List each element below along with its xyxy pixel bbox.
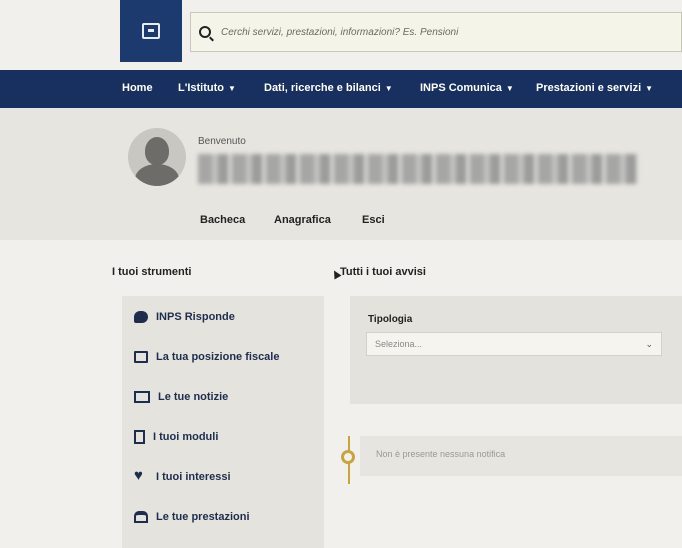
profile-header: Benvenuto Bacheca Anagrafica Esci bbox=[0, 108, 682, 240]
nav-item-label: Prestazioni e servizi bbox=[536, 82, 642, 94]
tool-posizione-fiscale[interactable]: La tua posizione fiscale bbox=[122, 338, 324, 376]
filter-label: Tipologia bbox=[368, 314, 413, 325]
inps-logo[interactable] bbox=[120, 0, 182, 62]
nav-item-prestazioni[interactable]: Prestazioni e servizi ▼ bbox=[536, 82, 653, 94]
tool-label: La tua posizione fiscale bbox=[156, 351, 280, 363]
tools-title: I tuoi strumenti bbox=[112, 266, 192, 278]
tab-anagrafica[interactable]: Anagrafica bbox=[274, 214, 331, 226]
avatar bbox=[128, 128, 186, 186]
avatar-head bbox=[145, 137, 169, 165]
tool-label: I tuoi interessi bbox=[156, 471, 231, 483]
logo-icon bbox=[142, 23, 160, 39]
avatar-body bbox=[135, 164, 179, 186]
tool-label: I tuoi moduli bbox=[153, 431, 219, 443]
main-nav: Home L'Istituto ▼ Dati, ricerche e bilanc… bbox=[0, 70, 682, 108]
chevron-down-icon: ▼ bbox=[505, 84, 514, 93]
tipologia-select[interactable]: Seleziona... ⌄ bbox=[366, 332, 662, 356]
welcome-label: Benvenuto bbox=[198, 136, 246, 147]
chevron-down-icon: ▼ bbox=[384, 84, 393, 93]
chat-icon bbox=[134, 311, 148, 323]
tool-interessi[interactable]: I tuoi interessi bbox=[122, 458, 324, 496]
tools-sidebar: INPS Risponde La tua posizione fiscale L… bbox=[122, 296, 324, 548]
nav-item-dati[interactable]: Dati, ricerche e bilanci ▼ bbox=[264, 82, 393, 94]
tray-icon bbox=[134, 511, 148, 523]
search-icon[interactable] bbox=[199, 26, 211, 38]
tab-esci[interactable]: Esci bbox=[362, 214, 385, 226]
timeline-dot-icon bbox=[341, 450, 355, 464]
nav-item-inps-comunica[interactable]: INPS Comunica ▼ bbox=[420, 82, 514, 94]
nav-item-home[interactable]: Home bbox=[122, 82, 153, 94]
tool-prestazioni[interactable]: Le tue prestazioni bbox=[122, 498, 324, 536]
nav-item-label: L'Istituto bbox=[178, 82, 224, 94]
search-box[interactable] bbox=[190, 12, 682, 52]
tool-moduli[interactable]: I tuoi moduli bbox=[122, 418, 324, 456]
nav-item-label: Home bbox=[122, 82, 153, 94]
nav-item-istituto[interactable]: L'Istituto ▼ bbox=[178, 82, 236, 94]
tool-label: Le tue prestazioni bbox=[156, 511, 250, 523]
form-icon bbox=[134, 430, 145, 444]
tool-label: Le tue notizie bbox=[158, 391, 229, 403]
tool-label: INPS Risponde bbox=[156, 311, 235, 323]
notification-empty-state: Non è presente nessuna notifica bbox=[360, 436, 682, 476]
news-icon bbox=[134, 391, 150, 403]
select-value: Seleziona... bbox=[375, 339, 423, 349]
tab-bacheca[interactable]: Bacheca bbox=[200, 214, 245, 226]
search-input[interactable] bbox=[219, 25, 681, 39]
top-bar bbox=[0, 0, 682, 70]
chevron-down-icon: ▼ bbox=[645, 84, 654, 93]
chevron-down-icon: ▼ bbox=[228, 84, 236, 93]
chevron-down-icon: ⌄ bbox=[645, 339, 653, 349]
nav-item-label: INPS Comunica bbox=[420, 82, 502, 94]
user-name-blurred bbox=[198, 154, 638, 184]
nav-item-label: Dati, ricerche e bilanci bbox=[264, 82, 381, 94]
empty-notification-text: Non è presente nessuna notifica bbox=[376, 449, 506, 459]
notices-title: Tutti i tuoi avvisi bbox=[340, 266, 426, 278]
main-content: I tuoi strumenti INPS Risponde La tua po… bbox=[0, 240, 682, 548]
tool-inps-risponde[interactable]: INPS Risponde bbox=[122, 298, 324, 336]
document-icon bbox=[134, 351, 148, 363]
notices-filter-panel: Tipologia Seleziona... ⌄ bbox=[350, 296, 682, 404]
tool-notizie[interactable]: Le tue notizie bbox=[122, 378, 324, 416]
heart-icon bbox=[134, 467, 148, 484]
